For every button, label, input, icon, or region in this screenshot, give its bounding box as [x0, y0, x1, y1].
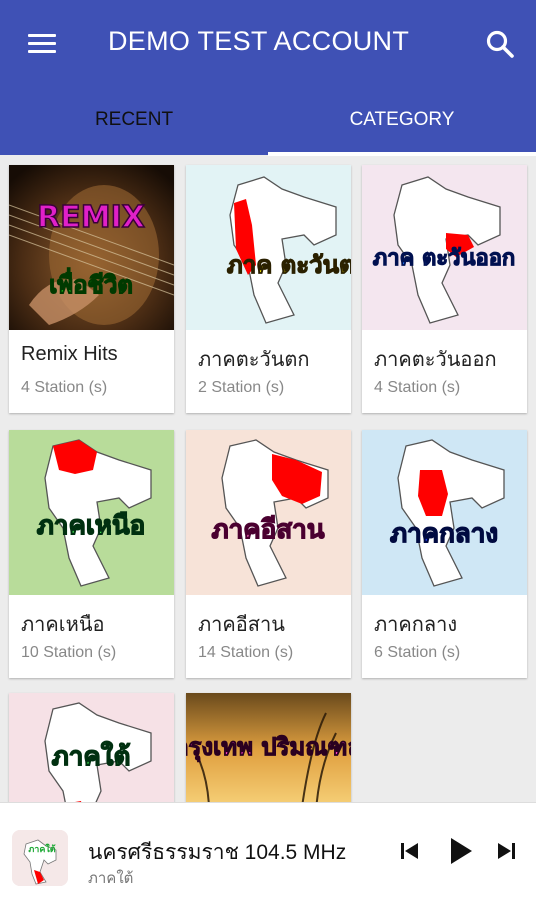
now-playing-subtitle: ภาคใต้ — [88, 870, 134, 887]
category-card-bangkok[interactable]: กรุงเทพ ปริมณฑล — [186, 693, 351, 803]
category-card-west[interactable]: ภาค ตะวันตก ภาคตะวันตก 2 Station (s) — [186, 165, 351, 413]
toolbar: DEMO TEST ACCOUNT — [0, 0, 536, 88]
category-grid: REMIX เพื่อชีวิต Remix Hits 4 Station (s… — [0, 155, 536, 803]
station-count: 4 Station (s) — [374, 379, 461, 396]
station-count: 4 Station (s) — [21, 379, 108, 396]
category-name: ภาคเหนือ — [21, 614, 105, 636]
category-name: ภาคตะวันตก — [198, 349, 310, 371]
bangkok-artwork: กรุงเทพ ปริมณฑล — [186, 693, 351, 803]
west-art-text: ภาค ตะวันตก — [227, 251, 351, 279]
play-icon[interactable] — [444, 835, 476, 871]
category-card-isan[interactable]: ภาคอีสาน ภาคอีสาน 14 Station (s) — [186, 430, 351, 678]
east-art-text: ภาค ตะวันออก — [373, 246, 515, 271]
category-card-remix-hits[interactable]: REMIX เพื่อชีวิต Remix Hits 4 Station (s… — [9, 165, 174, 413]
category-card-east[interactable]: ภาค ตะวันออก ภาคตะวันออก 4 Station (s) — [362, 165, 527, 413]
bangkok-art-text: กรุงเทพ ปริมณฑล — [186, 733, 351, 763]
app-bar: DEMO TEST ACCOUNT RECENT CATEGORY — [0, 0, 536, 156]
station-count: 10 Station (s) — [21, 644, 117, 661]
search-icon[interactable] — [478, 22, 522, 66]
remix-artwork: REMIX เพื่อชีวิต — [9, 165, 174, 330]
isan-region-map: ภาคอีสาน — [186, 430, 351, 595]
west-region-map: ภาค ตะวันตก — [186, 165, 351, 330]
tab-category[interactable]: CATEGORY — [268, 88, 536, 155]
isan-art-text: ภาคอีสาน — [212, 515, 325, 545]
remix-art-text-top: REMIX — [37, 200, 145, 235]
remix-art-text-bottom: เพื่อชีวิต — [49, 267, 133, 299]
category-card-central[interactable]: ภาคกลาง ภาคกลาง 6 Station (s) — [362, 430, 527, 678]
mini-player[interactable]: ภาคใต้ นครศรีธรรมราช 104.5 MHz ภาคใต้ — [0, 802, 536, 900]
station-logo-text: ภาคใต้ — [28, 843, 55, 855]
station-count: 2 Station (s) — [198, 379, 285, 396]
hamburger-menu-icon[interactable] — [18, 24, 66, 64]
category-name: ภาคตะวันออก — [374, 349, 497, 371]
now-playing-title: นครศรีธรรมราช 104.5 MHz — [88, 841, 347, 864]
station-count: 6 Station (s) — [374, 644, 461, 661]
category-name: ภาคอีสาน — [198, 614, 285, 636]
north-region-map: ภาคเหนือ — [9, 430, 174, 595]
station-logo: ภาคใต้ — [12, 830, 68, 886]
category-name: Remix Hits — [21, 343, 118, 365]
next-icon[interactable] — [494, 839, 518, 867]
previous-icon[interactable] — [398, 839, 422, 867]
central-region-map: ภาคกลาง — [362, 430, 527, 595]
category-name: ภาคกลาง — [374, 614, 458, 636]
north-art-text: ภาคเหนือ — [37, 511, 146, 541]
tab-recent[interactable]: RECENT — [0, 88, 268, 155]
page-title: DEMO TEST ACCOUNT — [108, 26, 410, 56]
station-count: 14 Station (s) — [198, 644, 294, 661]
tab-bar: RECENT CATEGORY — [0, 88, 536, 156]
category-card-south[interactable]: ภาคใต้ — [9, 693, 174, 803]
east-region-map: ภาค ตะวันออก — [362, 165, 527, 330]
central-art-text: ภาคกลาง — [390, 519, 498, 549]
category-card-north[interactable]: ภาคเหนือ ภาคเหนือ 10 Station (s) — [9, 430, 174, 678]
south-region-map: ภาคใต้ — [9, 693, 174, 803]
south-art-text: ภาคใต้ — [52, 741, 131, 772]
